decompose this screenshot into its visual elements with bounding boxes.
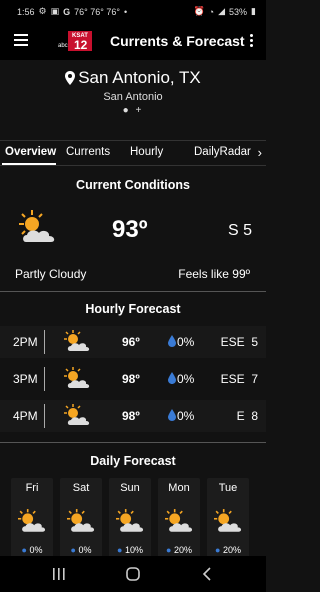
day-name: Mon	[168, 482, 190, 494]
hour-temperature: 98º	[122, 372, 140, 386]
google-icon: G	[63, 6, 71, 17]
location-pin-icon	[65, 71, 76, 85]
location-city: San Antonio, TX	[78, 68, 201, 87]
status-time: 1:56	[17, 6, 35, 17]
status-bar: 1:56 ⚙ ▣ G 76° 76° 76° • ⏰ ◔ ◢ 53% ▮	[0, 0, 266, 22]
partly-cloudy-icon	[64, 367, 90, 388]
wifi-icon: ◔	[208, 6, 215, 17]
rain-drop-icon: ●	[215, 545, 221, 555]
tab-currents[interactable]: Currents	[66, 146, 110, 158]
hour-precip-chance: 0%	[177, 372, 195, 386]
settings-icon: ⚙	[38, 6, 47, 16]
current-condition: Partly Cloudy	[15, 267, 87, 281]
day-name: Tue	[218, 482, 238, 494]
day-precip: ● 0%	[21, 545, 43, 555]
status-dot: •	[123, 6, 128, 17]
svg-text:abc: abc	[58, 43, 68, 49]
day-precip: ● 0%	[70, 545, 92, 555]
day-precip: ● 20%	[215, 545, 241, 555]
daily-card[interactable]: Sat ● 0%	[60, 478, 102, 558]
day-precip: ● 20%	[166, 545, 192, 555]
tab-hourly[interactable]: Hourly	[130, 146, 163, 158]
partly-cloudy-icon	[19, 210, 55, 242]
home-icon[interactable]	[126, 567, 140, 581]
tab-bar: Overview Currents Hourly DailyRadar ›	[0, 140, 266, 166]
row-divider	[44, 404, 45, 428]
ksat-logo: KSAT 12 abc	[58, 31, 92, 52]
tab-overview[interactable]: Overview	[5, 146, 56, 158]
image-icon: ▣	[50, 6, 60, 16]
daily-card[interactable]: Fri ● 0%	[11, 478, 53, 558]
current-conditions-title: Current Conditions	[76, 178, 190, 192]
daily-card[interactable]: Mon ● 20%	[158, 478, 200, 558]
daily-forecast-title: Daily Forecast	[90, 454, 176, 468]
tab-daily-radar[interactable]: DailyRadar	[194, 146, 251, 158]
page-title: Currents & Forecast	[110, 33, 245, 49]
page-indicator[interactable]: ● +	[0, 105, 266, 116]
daily-card[interactable]: Sun ● 10%	[109, 478, 151, 558]
status-temps: 76° 76° 76°	[74, 6, 120, 17]
hour-time: 2PM	[13, 335, 38, 349]
location-header: San Antonio, TX San Antonio ● +	[0, 68, 266, 116]
rain-drop-icon: ●	[166, 545, 172, 555]
row-divider	[44, 330, 45, 354]
hourly-row[interactable]: 4PM 98º 0% E 8	[0, 400, 266, 432]
hour-wind: ESE 7	[220, 372, 258, 386]
chevron-right-icon[interactable]: ›	[258, 145, 262, 160]
current-wind: S 5	[227, 222, 252, 239]
hourly-row[interactable]: 2PM 96º 0% ESE 5	[0, 326, 266, 358]
partly-cloudy-icon	[116, 509, 144, 532]
more-options-icon[interactable]	[250, 34, 254, 49]
partly-cloudy-icon	[64, 330, 90, 351]
current-temperature: 93º	[112, 216, 148, 243]
battery-level: 53%	[229, 6, 248, 17]
day-name: Sat	[72, 482, 90, 494]
feels-like: Feels like 99º	[178, 267, 250, 281]
day-name: Fri	[25, 482, 39, 494]
hour-wind: ESE 5	[220, 335, 258, 349]
battery-icon: ▮	[251, 6, 256, 16]
hourly-row[interactable]: 3PM 98º 0% ESE 7	[0, 363, 266, 395]
divider	[0, 442, 266, 443]
rain-drop-icon: ●	[21, 545, 27, 555]
rain-drop-icon	[168, 335, 176, 347]
row-divider	[44, 367, 45, 391]
day-name: Sun	[120, 482, 140, 494]
rain-drop-icon	[168, 372, 176, 384]
partly-cloudy-icon	[64, 404, 90, 425]
hour-time: 3PM	[13, 372, 38, 386]
rain-drop-icon: ●	[117, 545, 123, 555]
svg-text:12: 12	[74, 38, 88, 52]
active-tab-indicator	[2, 163, 56, 165]
back-icon[interactable]	[202, 567, 212, 581]
hourly-forecast-title: Hourly Forecast	[85, 302, 181, 316]
partly-cloudy-icon	[165, 509, 193, 532]
hour-temperature: 98º	[122, 409, 140, 423]
recent-apps-icon[interactable]	[52, 568, 66, 580]
menu-icon[interactable]	[14, 34, 28, 46]
partly-cloudy-icon	[214, 509, 242, 532]
signal-icon: ◢	[218, 6, 226, 16]
hour-time: 4PM	[13, 409, 38, 423]
divider	[0, 291, 266, 292]
hour-wind: E 8	[236, 409, 258, 423]
rain-drop-icon: ●	[70, 545, 76, 555]
rain-drop-icon	[168, 409, 176, 421]
day-precip: ● 10%	[117, 545, 143, 555]
app-bar: KSAT 12 abc Currents & Forecast	[0, 22, 266, 60]
partly-cloudy-icon	[18, 509, 46, 532]
alarm-icon: ⏰	[193, 6, 205, 16]
hour-precip-chance: 0%	[177, 335, 195, 349]
hour-precip-chance: 0%	[177, 409, 195, 423]
daily-card[interactable]: Tue ● 20%	[207, 478, 249, 558]
hour-temperature: 96º	[122, 335, 140, 349]
system-nav-bar	[0, 556, 266, 592]
partly-cloudy-icon	[67, 509, 95, 532]
location-subtitle: San Antonio	[103, 91, 163, 103]
